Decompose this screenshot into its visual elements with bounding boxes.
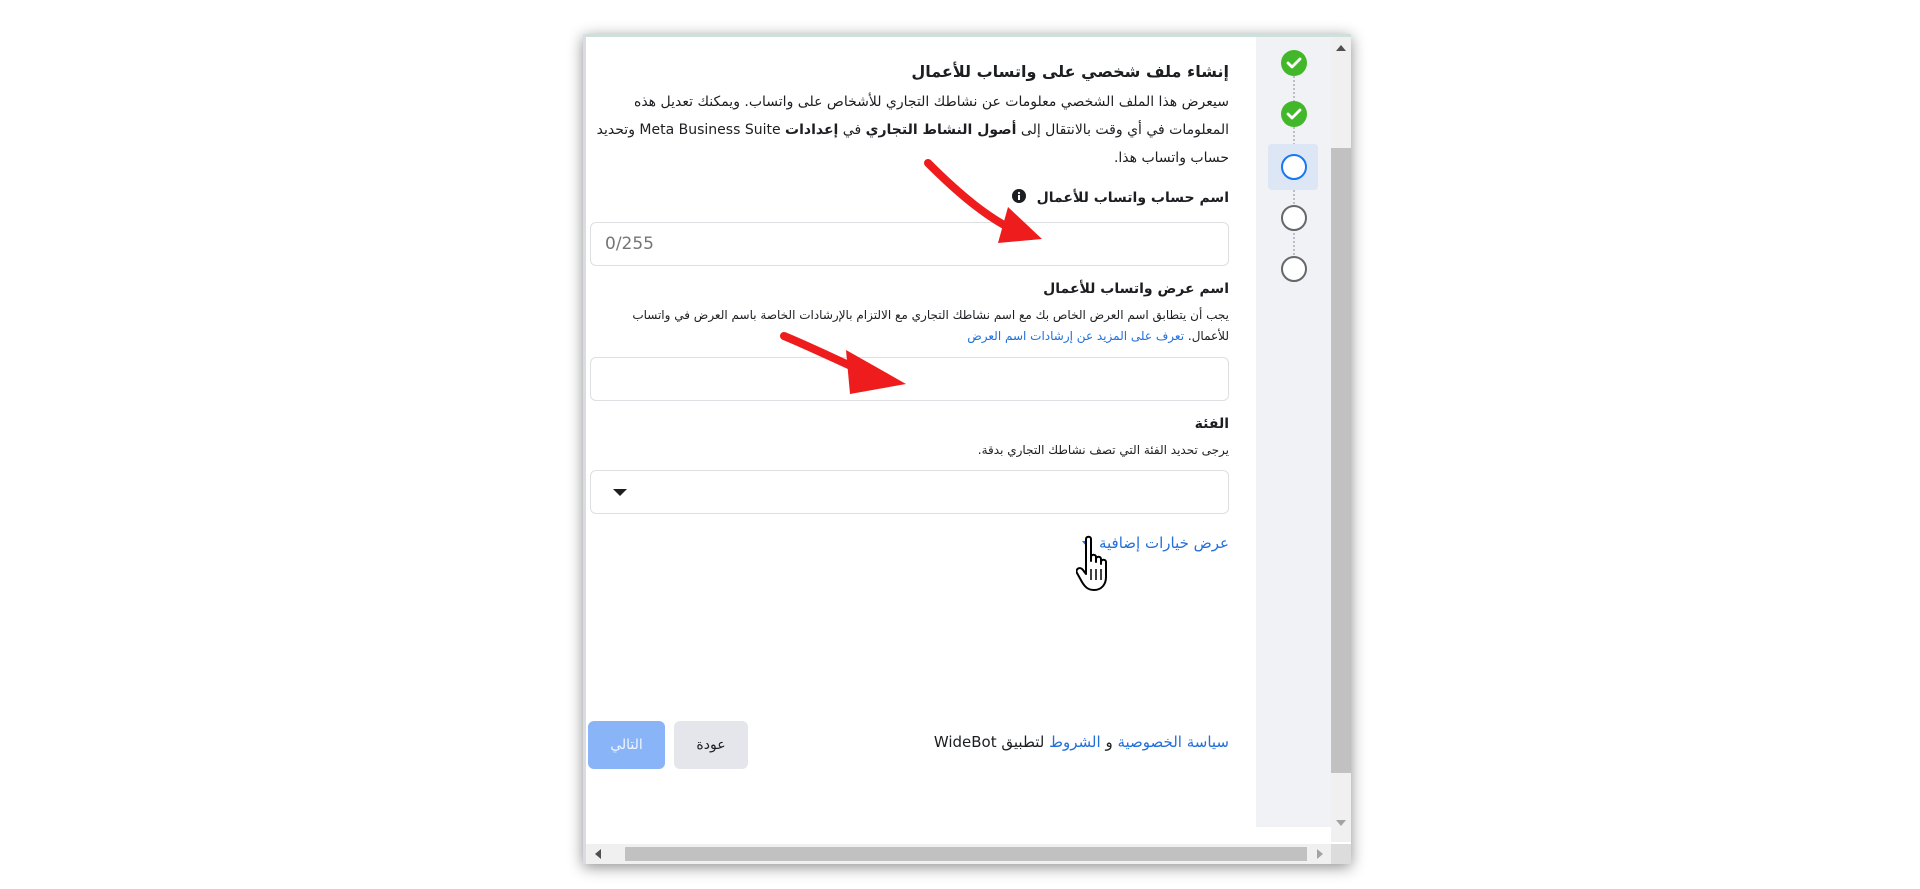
horizontal-scroll-thumb[interactable] [625,847,1307,861]
back-button[interactable]: عودة [674,721,748,769]
caret-down-icon [613,489,627,496]
policy-notice: سياسة الخصوصية و الشروط لتطبيق WideBot [934,733,1229,751]
step-connector [1293,229,1297,255]
account-name-input[interactable] [590,222,1229,266]
scroll-up-arrow-icon[interactable] [1336,45,1346,51]
policy-and-text: و [1105,733,1113,751]
step-5-pending-icon [1281,256,1307,282]
annotation-arrow-icon [780,332,906,394]
form-description: سيعرض هذا الملف الشخصي معلومات عن نشاطك … [589,88,1229,172]
category-label: الفئة [1194,416,1229,432]
step-4-pending-icon [1281,205,1307,231]
terms-link[interactable]: الشروط [1049,733,1101,751]
policy-app-text: لتطبيق WideBot [933,733,1045,751]
step-2-complete-icon [1281,101,1307,127]
stepper-panel [1256,37,1331,827]
scroll-down-arrow-icon[interactable] [1336,820,1346,826]
description-bold-assets: أصول النشاط التجاري [865,122,1017,138]
page-title: إنشاء ملف شخصي على واتساب للأعمال [911,62,1229,81]
scroll-right-arrow-icon[interactable] [1317,849,1323,859]
display-name-label: اسم عرض واتساب للأعمال [1043,281,1229,297]
scrollbar-corner [1331,844,1351,864]
description-text-in: في [842,122,862,138]
privacy-policy-link[interactable]: سياسة الخصوصية [1117,733,1229,751]
scroll-left-arrow-icon[interactable] [595,849,601,859]
next-button[interactable]: التالي [588,721,665,769]
account-name-label-text: اسم حساب واتساب للأعمال [1036,190,1229,206]
display-name-guidelines-link[interactable]: تعرف على المزيد عن إرشادات اسم العرض [967,329,1184,343]
step-connector [1293,76,1297,102]
annotation-arrow-icon [924,159,1042,243]
step-1-complete-icon [1281,50,1307,76]
category-select[interactable] [590,470,1229,514]
vertical-scroll-thumb[interactable] [1331,148,1351,773]
category-helper: يرجى تحديد الفئة التي تصف نشاطك التجاري … [977,443,1229,457]
step-3-current-icon [1281,154,1307,180]
hand-cursor-icon [1076,535,1107,591]
more-options-text: عرض خيارات إضافية [1098,534,1229,552]
description-bold-settings: إعدادات [785,122,839,138]
